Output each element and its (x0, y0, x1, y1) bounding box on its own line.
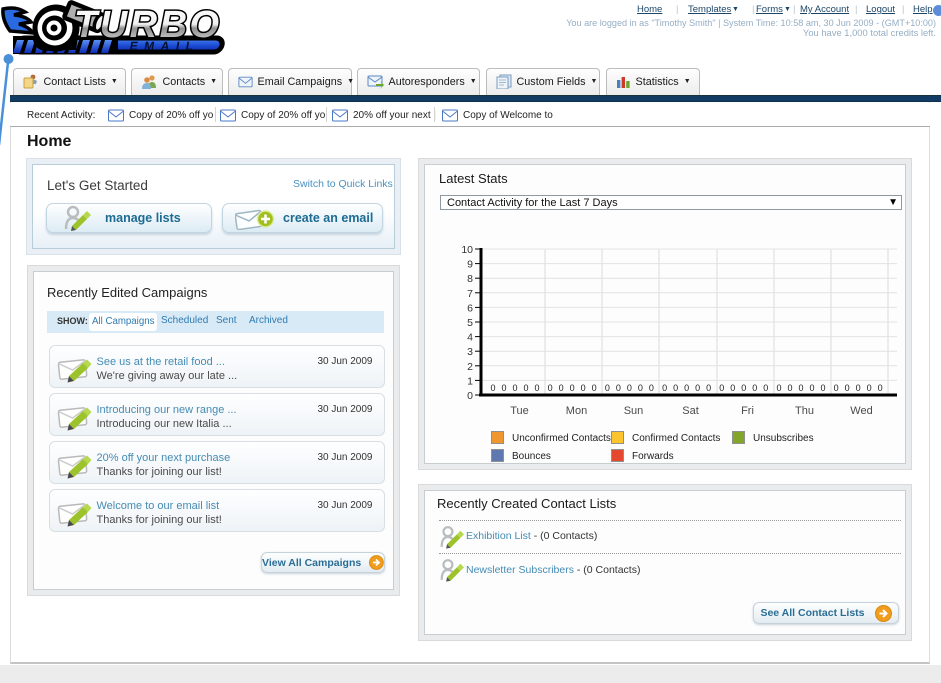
svg-text:4: 4 (467, 332, 473, 344)
svg-text:2: 2 (467, 361, 473, 373)
svg-text:0: 0 (467, 390, 473, 402)
svg-text:Sat: Sat (682, 405, 699, 417)
svg-text:0: 0 (490, 383, 495, 393)
svg-text:TURBO: TURBO (74, 4, 222, 46)
svg-text:Sun: Sun (624, 405, 644, 417)
svg-text:10: 10 (461, 244, 473, 256)
svg-text:Tue: Tue (510, 405, 529, 417)
svg-text:1: 1 (467, 375, 473, 387)
svg-text:0: 0 (523, 383, 528, 393)
svg-text:0: 0 (534, 383, 539, 393)
svg-text:9: 9 (467, 259, 473, 271)
svg-text:5: 5 (467, 317, 473, 329)
svg-text:Fri: Fri (741, 405, 754, 417)
svg-text:8: 8 (467, 273, 473, 285)
svg-text:Mon: Mon (566, 405, 587, 417)
svg-text:6: 6 (467, 302, 473, 314)
svg-text:0: 0 (512, 383, 517, 393)
svg-text:3: 3 (467, 346, 473, 358)
svg-text:7: 7 (467, 288, 473, 300)
svg-text:0: 0 (501, 383, 506, 393)
svg-text:Thu: Thu (795, 405, 814, 417)
svg-text:Wed: Wed (850, 405, 872, 417)
